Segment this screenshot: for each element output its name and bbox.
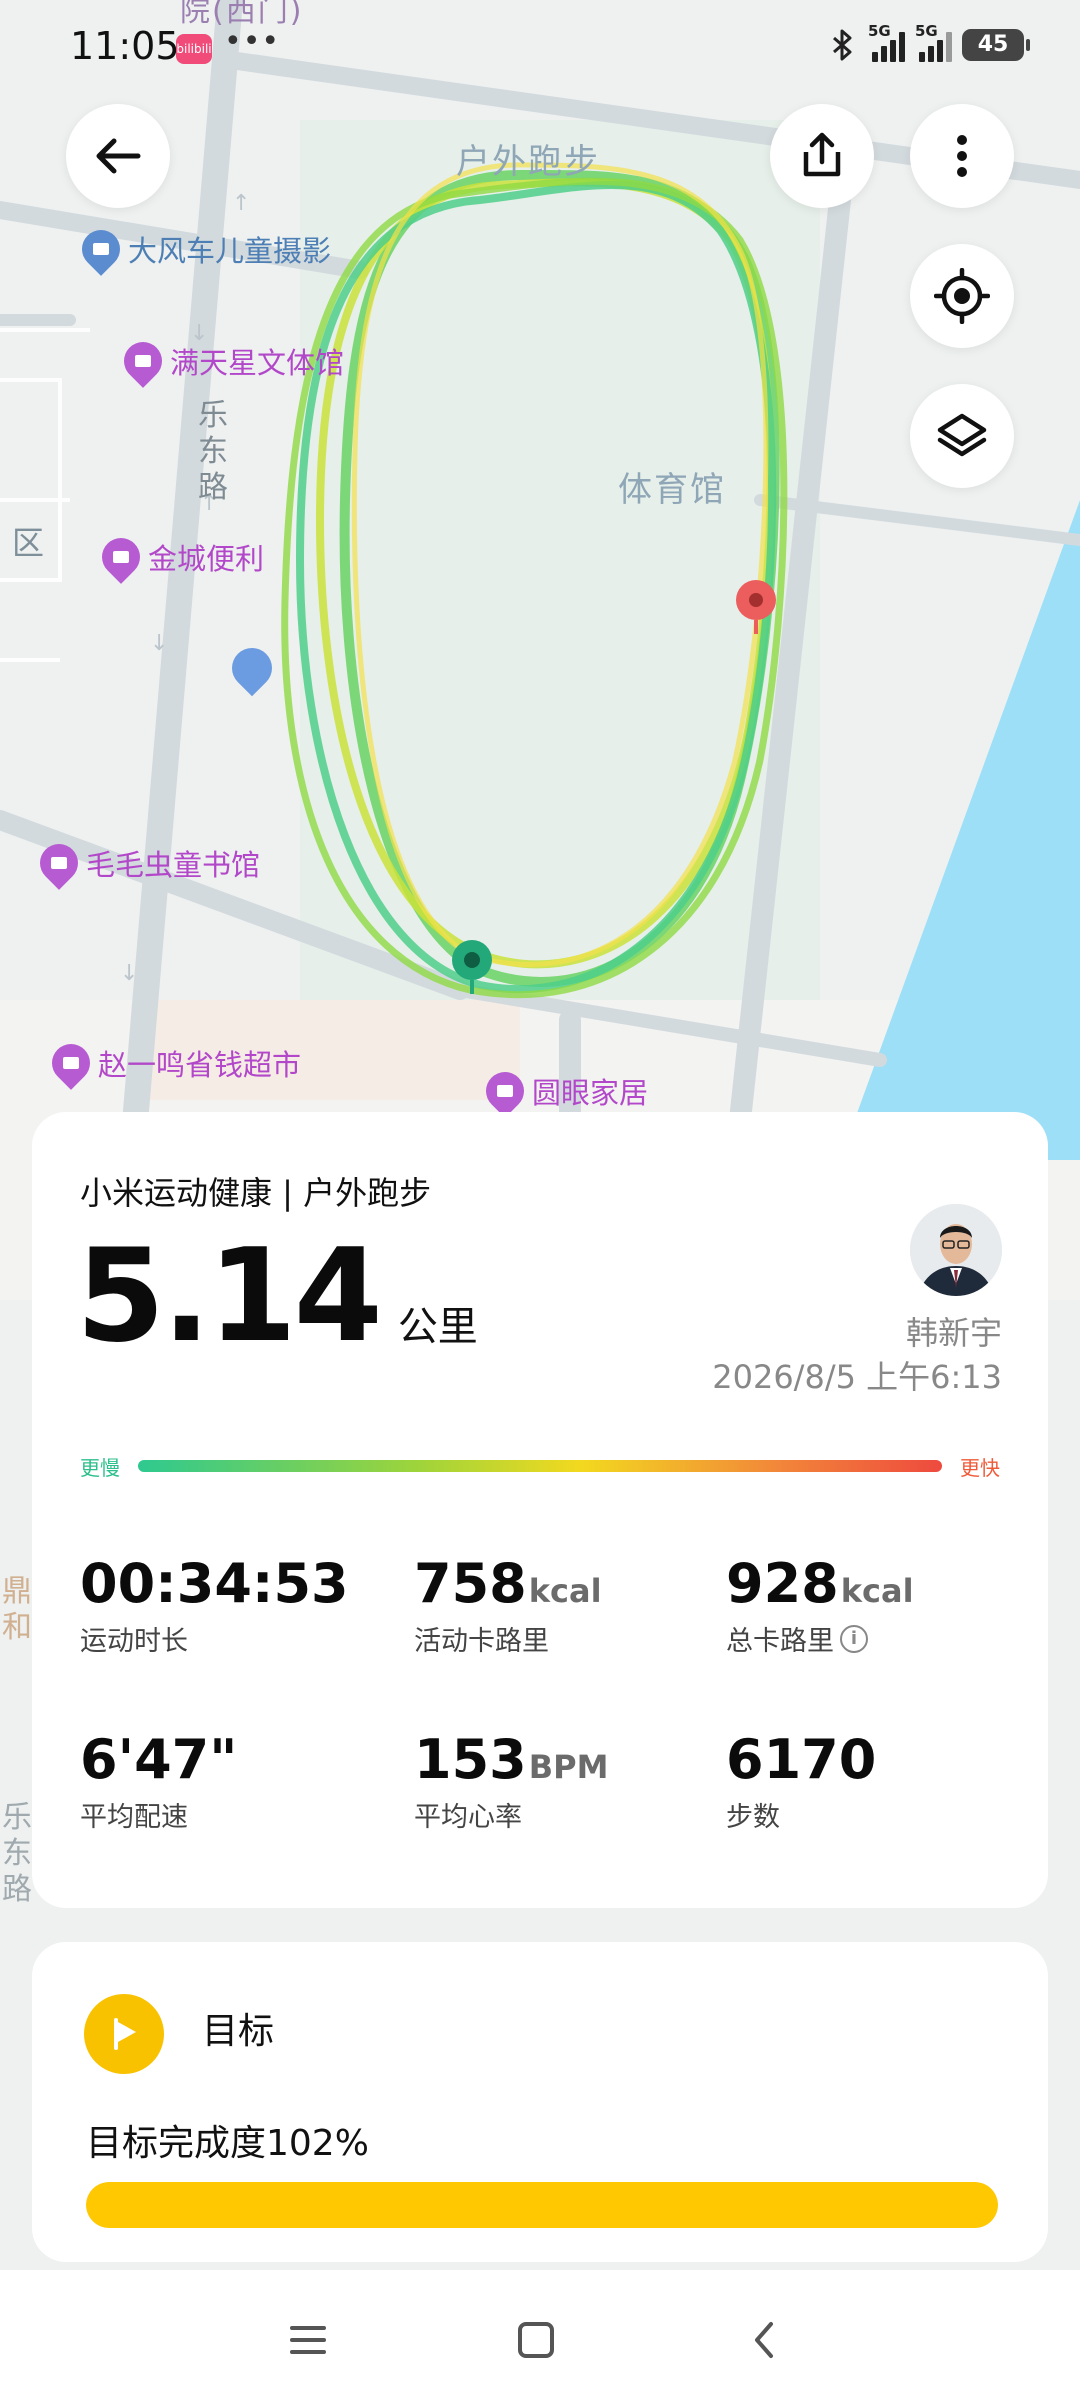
poi-name: 毛毛虫童书馆 xyxy=(86,848,261,882)
menu-icon xyxy=(290,2326,326,2354)
metric-value: 928 xyxy=(726,1552,839,1615)
goal-card[interactable]: 目标 目标完成度102% xyxy=(32,1942,1048,2262)
flag-icon xyxy=(84,1994,164,2074)
pace-fast-label: 更快 xyxy=(960,1456,1000,1480)
metric-value: 153 xyxy=(414,1728,527,1791)
more-options-button[interactable] xyxy=(910,104,1014,208)
metric-average-pace: 6'47" 平均配速 xyxy=(80,1728,237,1834)
poi-item[interactable]: 圆眼家居 xyxy=(478,1064,649,1118)
pace-gradient-bar xyxy=(138,1460,942,1472)
map-layers-button[interactable] xyxy=(910,384,1014,488)
metric-average-heart-rate: 153BPM 平均心率 xyxy=(414,1728,608,1834)
poi-item[interactable]: 赵一鸣省钱超市 xyxy=(44,1036,302,1090)
back-button[interactable] xyxy=(66,104,170,208)
square-icon xyxy=(518,2322,554,2358)
user-photo-icon xyxy=(910,1204,1002,1296)
metric-duration: 00:34:53 运动时长 xyxy=(80,1552,349,1658)
system-back-button[interactable] xyxy=(734,2310,794,2370)
metric-label: 活动卡路里 xyxy=(414,1626,549,1657)
goal-progress-fill xyxy=(86,2182,998,2228)
signal-icon: 5G xyxy=(868,22,905,62)
poi-name: 满天星文体馆 xyxy=(170,346,345,380)
home-button[interactable] xyxy=(506,2310,566,2370)
poi-item[interactable]: 大风车儿童摄影 xyxy=(74,222,332,276)
bluetooth-icon xyxy=(833,29,852,61)
store-icon xyxy=(116,334,170,388)
pace-color-scale: 更慢 更快 xyxy=(80,1452,1000,1482)
avatar[interactable] xyxy=(910,1204,1002,1296)
more-notifications-icon: ••• xyxy=(224,24,281,59)
cart-icon xyxy=(94,530,148,584)
svg-text:↓: ↓ xyxy=(150,631,168,656)
layers-icon xyxy=(937,413,987,457)
poi-name: 金城便利 xyxy=(148,542,265,576)
metric-label: 运动时长 xyxy=(80,1626,188,1657)
metric-label: 总卡路里 xyxy=(726,1626,834,1657)
poi-item[interactable]: 满天星文体馆 xyxy=(116,334,345,388)
poi-item[interactable]: 金城便利 xyxy=(94,530,265,584)
poi-name: 赵一鸣省钱超市 xyxy=(98,1048,302,1082)
venue-label: 体育馆 xyxy=(618,470,726,510)
metric-value: 6'47" xyxy=(80,1728,238,1791)
side-label: 鼎和 xyxy=(2,1574,32,1645)
workout-source-title: 小米运动健康 | 户外跑步 xyxy=(80,1174,432,1212)
metric-unit: kcal xyxy=(528,1572,602,1610)
workout-summary-card: 小米运动健康 | 户外跑步 5.14 公里 韩新宇 2026/8/5 上午6:1… xyxy=(32,1112,1048,1908)
info-icon[interactable]: i xyxy=(840,1624,868,1653)
arrow-left-icon xyxy=(96,138,141,174)
svg-text:↓: ↓ xyxy=(120,961,138,986)
status-time: 11:05 xyxy=(70,24,180,68)
metric-unit: kcal xyxy=(840,1572,914,1610)
distance-value: 5.14 xyxy=(76,1222,383,1371)
system-navigation-bar xyxy=(0,2270,1080,2400)
target-icon xyxy=(934,268,990,324)
share-button[interactable] xyxy=(770,104,874,208)
metric-value: 758 xyxy=(414,1552,527,1615)
goal-progress-bar xyxy=(86,2182,998,2228)
workout-datetime: 2026/8/5 上午6:13 xyxy=(712,1358,1002,1396)
road-label: 乐东路 xyxy=(198,398,228,505)
store-icon xyxy=(32,836,86,890)
locate-button[interactable] xyxy=(910,244,1014,348)
pace-slow-label: 更慢 xyxy=(80,1456,120,1480)
goal-title: 目标 xyxy=(202,2011,275,2052)
poi-item[interactable]: 毛毛虫童书馆 xyxy=(32,836,261,890)
metric-value: 00:34:53 xyxy=(80,1552,349,1615)
recent-apps-button[interactable] xyxy=(278,2310,338,2370)
share-icon xyxy=(803,132,841,177)
district-label: 区 xyxy=(12,524,47,562)
camera-icon xyxy=(74,222,128,276)
metric-steps: 6170 步数 xyxy=(726,1728,876,1834)
metric-active-calories: 758kcal 活动卡路里 xyxy=(414,1552,602,1658)
battery-icon: 45 xyxy=(962,29,1030,61)
poi-name: 大风车儿童摄影 xyxy=(128,234,332,268)
status-bar: 11:05 bilibili ••• 5G 5G 45 xyxy=(0,0,1080,100)
distance-unit: 公里 xyxy=(397,1304,478,1350)
metric-label: 平均配速 xyxy=(80,1802,188,1833)
svg-text:↑: ↑ xyxy=(232,191,250,216)
metric-total-calories: 928kcal 总卡路里 i xyxy=(726,1552,914,1658)
road-label-lower: 乐东路 xyxy=(2,1800,32,1907)
metric-value: 6170 xyxy=(726,1728,877,1791)
metric-label: 步数 xyxy=(726,1802,780,1833)
poi-name: 圆眼家居 xyxy=(532,1076,649,1110)
bilibili-icon: bilibili xyxy=(176,34,212,64)
cart-icon xyxy=(44,1036,98,1090)
store-icon xyxy=(478,1064,532,1118)
chevron-left-icon xyxy=(755,2322,773,2358)
user-name: 韩新宇 xyxy=(905,1314,1002,1352)
more-vertical-icon xyxy=(957,135,967,177)
goal-completion-text: 目标完成度102% xyxy=(86,2123,369,2164)
signal-icon-2: 5G xyxy=(915,22,952,62)
distance-display: 5.14 公里 xyxy=(76,1222,478,1371)
metric-unit: BPM xyxy=(528,1748,609,1786)
activity-map-label: 户外跑步 xyxy=(456,142,600,182)
metric-label: 平均心率 xyxy=(414,1802,522,1833)
